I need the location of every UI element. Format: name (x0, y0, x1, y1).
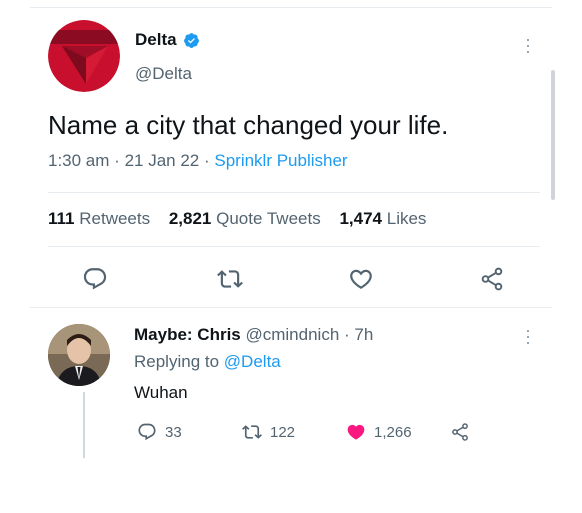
reply-icon (138, 423, 156, 441)
divider (48, 192, 540, 193)
tweet-time[interactable]: 1:30 am (48, 151, 109, 170)
author-name[interactable]: Delta (135, 30, 177, 50)
reply-text: Wuhan (134, 383, 188, 402)
tweet-source[interactable]: Sprinklr Publisher (214, 151, 347, 170)
likes-stat[interactable]: 1,474 Likes (339, 209, 426, 228)
reply-author[interactable]: Maybe: Chris @cmindnich · 7h (134, 325, 373, 345)
thread-line (83, 392, 85, 458)
retweet-action[interactable]: 122 (242, 422, 295, 442)
author-handle[interactable]: @Delta (135, 64, 192, 84)
reply-action[interactable]: 33 (137, 422, 182, 442)
more-icon[interactable]: · · · (523, 321, 533, 351)
like-action[interactable]: 1,266 (346, 422, 412, 442)
retweets-stat[interactable]: 111 Retweets (48, 209, 150, 228)
like-count: 1,266 (374, 423, 412, 441)
retweet-count: 122 (270, 423, 296, 441)
divider (30, 307, 552, 308)
tweet-author[interactable]: Delta (135, 30, 200, 50)
reply-author-name[interactable]: Maybe: Chris (134, 325, 241, 344)
tweet-text: Name a city that changed your life. (48, 110, 449, 140)
divider (48, 246, 540, 247)
share-icon[interactable] (479, 266, 505, 292)
like-icon[interactable] (348, 266, 374, 292)
more-icon[interactable]: · · · (523, 30, 533, 60)
reply-icon[interactable] (82, 266, 108, 292)
reply-author-handle[interactable]: @cmindnich (245, 325, 339, 344)
avatar[interactable] (48, 324, 110, 386)
scrollbar[interactable] (551, 70, 555, 200)
tweet-meta: 1:30 am · 21 Jan 22 · Sprinklr Publisher (48, 151, 348, 170)
like-filled-icon (347, 424, 365, 440)
tweet-stats: 111 Retweets 2,821 Quote Tweets 1,474 Li… (48, 209, 426, 229)
quotes-stat[interactable]: 2,821 Quote Tweets (169, 209, 321, 228)
delta-logo[interactable] (48, 20, 120, 92)
reply-count: 33 (165, 423, 182, 441)
retweet-icon (242, 425, 262, 439)
share-icon[interactable] (450, 422, 470, 442)
tweet-date[interactable]: 21 Jan 22 (125, 151, 200, 170)
replying-mention[interactable]: @Delta (224, 352, 281, 371)
replying-to: Replying to @Delta (134, 352, 281, 371)
verified-icon (183, 32, 199, 48)
reply-age[interactable]: 7h (354, 325, 373, 344)
top-divider (30, 7, 552, 8)
retweet-icon[interactable] (217, 266, 243, 292)
